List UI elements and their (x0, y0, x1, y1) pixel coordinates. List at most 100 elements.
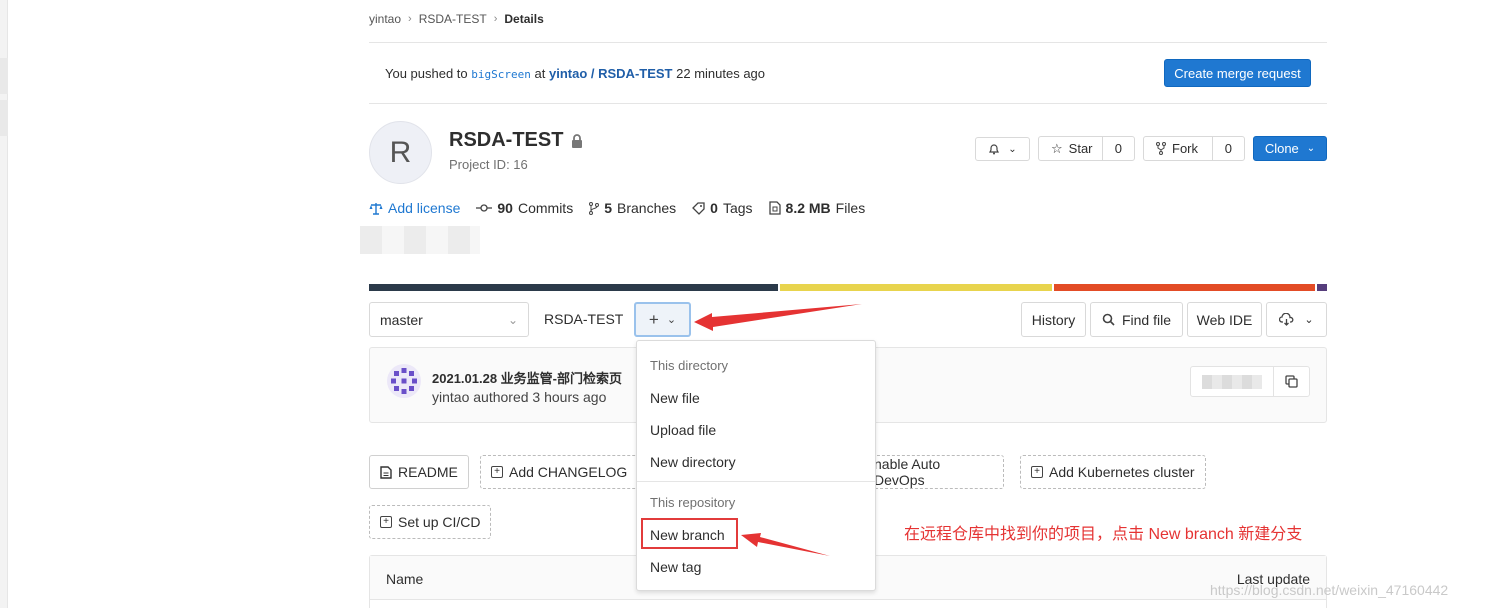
tags-link[interactable]: 0 Tags (692, 200, 753, 216)
files-link[interactable]: 8.2 MB Files (768, 200, 866, 216)
setup-cicd-label: Set up CI/CD (398, 514, 481, 530)
repo-path-root[interactable]: RSDA-TEST (544, 311, 623, 327)
plus-icon: + (648, 309, 659, 329)
branches-link[interactable]: 5 Branches (589, 200, 676, 216)
add-changelog-label: Add CHANGELOG (509, 464, 628, 480)
add-changelog-button[interactable]: + Add CHANGELOG (480, 455, 639, 489)
sidebar-marker (0, 100, 8, 136)
dropdown-header-directory: This directory (650, 358, 729, 373)
language-bar-segment (1053, 284, 1316, 291)
commit-sha[interactable] (1191, 367, 1273, 396)
commit-author[interactable]: yintao (432, 389, 469, 405)
breadcrumb-item-user[interactable]: yintao (369, 12, 401, 26)
branch-select-value: master (380, 311, 423, 328)
breadcrumb: yintao › RSDA-TEST › Details (369, 12, 544, 26)
commit-author-line: yintao authored 3 hours ago (432, 389, 606, 405)
commits-link[interactable]: 90 Commits (476, 200, 573, 216)
push-branch-link[interactable]: bigScreen (471, 68, 531, 81)
push-at: at (534, 66, 546, 81)
fork-icon (1156, 142, 1166, 155)
new-branch-highlight-box (641, 518, 738, 549)
divider (369, 42, 1327, 43)
arrow-to-plus-icon (694, 304, 862, 331)
copy-icon (1285, 375, 1298, 388)
tag-icon (692, 201, 705, 215)
chevron-right-icon: › (493, 13, 498, 25)
web-ide-button[interactable]: Web IDE (1187, 302, 1262, 337)
chevron-down-icon: ⌄ (507, 312, 518, 327)
blurred-description (360, 226, 480, 254)
enable-auto-devops-button[interactable]: nable Auto DevOps (862, 455, 1004, 489)
fork-button[interactable]: Fork 0 (1143, 136, 1245, 161)
fork-count[interactable]: 0 (1211, 137, 1244, 160)
chevron-down-icon: ⌄ (1008, 143, 1017, 155)
readme-button[interactable]: README (369, 455, 469, 489)
add-license-link[interactable]: Add license (369, 200, 460, 216)
menu-item-new-file[interactable]: New file (650, 390, 700, 406)
menu-item-new-tag[interactable]: New tag (650, 559, 701, 575)
create-merge-request-button[interactable]: Create merge request (1164, 59, 1311, 87)
repository-language-bar (369, 284, 1327, 291)
add-kubernetes-cluster-button[interactable]: + Add Kubernetes cluster (1020, 455, 1206, 489)
dropdown-divider (637, 481, 875, 482)
column-name: Name (386, 571, 424, 587)
blurred-sha (1202, 374, 1262, 389)
search-icon (1102, 313, 1115, 326)
find-file-label: Find file (1121, 311, 1172, 328)
star-icon: ☆ (1051, 140, 1063, 156)
annotation-note: 在远程仓库中找到你的项目，点击 New branch 新建分支 (904, 526, 1303, 543)
commit-sha-group (1190, 366, 1310, 397)
fork-label: Fork (1172, 141, 1198, 156)
history-button[interactable]: History (1021, 302, 1086, 337)
doc-icon (380, 465, 392, 479)
push-project-link[interactable]: yintao / RSDA-TEST (549, 66, 673, 81)
files-label: Files (835, 200, 866, 216)
commits-label: Commits (517, 200, 574, 216)
add-dropdown-menu: This directory New file Upload file New … (636, 340, 876, 591)
project-stats: Add license 90 Commits 5 Branches 0 Tags… (369, 200, 865, 216)
file-icon (768, 201, 781, 215)
breadcrumb-current: Details (504, 12, 544, 26)
commit-icon (476, 204, 493, 212)
plus-square-icon: + (491, 466, 503, 478)
readme-label: README (398, 464, 458, 480)
scale-icon (369, 202, 383, 215)
divider (369, 103, 1327, 104)
repo-path: RSDA-TEST / (544, 311, 643, 327)
find-file-button[interactable]: Find file (1090, 302, 1183, 337)
chevron-down-icon: ⌄ (666, 314, 677, 326)
star-count[interactable]: 0 (1101, 137, 1134, 160)
branch-icon (589, 201, 600, 215)
setup-cicd-button[interactable]: + Set up CI/CD (369, 505, 492, 539)
add-to-tree-button[interactable]: + ⌄ (634, 302, 691, 337)
chevron-right-icon: › (408, 13, 412, 25)
branches-count: 5 (604, 200, 612, 216)
branch-select[interactable]: master ⌄ (369, 302, 529, 337)
plus-square-icon: + (380, 516, 392, 528)
push-alert-text: You pushed to bigScreen at yintao / RSDA… (385, 66, 765, 81)
watermark: https://blog.csdn.net/weixin_47160442 (1210, 582, 1449, 598)
download-dropdown[interactable]: ⌄ (1266, 302, 1327, 337)
copy-sha-button[interactable] (1273, 367, 1309, 396)
tags-count: 0 (710, 200, 718, 216)
sidebar-marker (0, 58, 8, 94)
star-button[interactable]: ☆ Star 0 (1038, 136, 1135, 161)
chevron-down-icon: ⌄ (1306, 143, 1316, 154)
project-name: RSDA-TEST (449, 129, 564, 151)
commit-meta: authored 3 hours ago (473, 389, 607, 405)
breadcrumb-item-project[interactable]: RSDA-TEST (419, 12, 487, 26)
author-avatar[interactable] (387, 364, 421, 398)
language-bar-segment (369, 284, 779, 291)
push-prefix: You pushed to (385, 66, 468, 81)
chevron-down-icon: ⌄ (1304, 314, 1314, 326)
commit-title[interactable]: 2021.01.28 业务监管-部门检索页 (432, 368, 622, 387)
clone-label: Clone (1264, 141, 1299, 156)
files-size: 8.2 MB (785, 200, 831, 216)
menu-item-upload-file[interactable]: Upload file (650, 422, 716, 438)
menu-item-new-directory[interactable]: New directory (650, 454, 736, 470)
project-title: RSDA-TEST (449, 129, 583, 152)
plus-square-icon: + (1031, 466, 1043, 478)
notification-dropdown[interactable]: ⌄ (975, 137, 1030, 161)
enable-auto-devops-label: nable Auto DevOps (874, 456, 941, 488)
clone-button[interactable]: Clone ⌄ (1253, 136, 1327, 161)
